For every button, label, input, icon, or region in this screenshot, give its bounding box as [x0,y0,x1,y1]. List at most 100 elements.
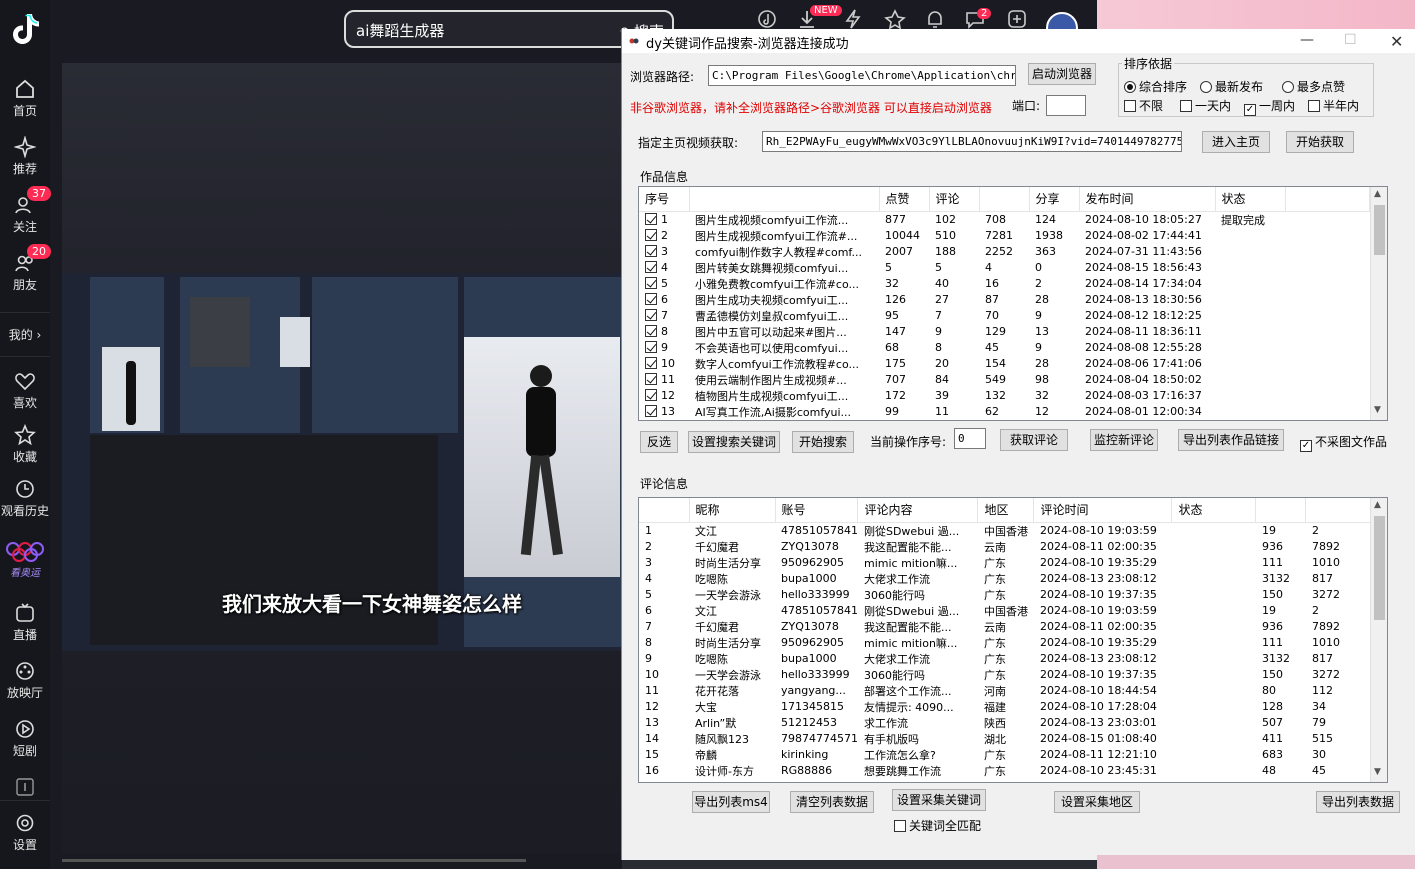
close-icon[interactable]: ✕ [1390,32,1403,51]
add-icon[interactable] [1006,8,1028,30]
row-checkbox[interactable] [645,213,657,225]
row-checkbox[interactable] [645,357,657,369]
start-fetch-button[interactable]: 开始获取 [1286,131,1354,153]
sidebar-item-mine[interactable]: 我的 › [0,326,50,343]
maximize-icon[interactable]: ☐ [1344,32,1357,48]
table-row[interactable]: 10 数字人comfyui工作流教程#co... 175 20 154 28 2024-08… [639,356,1369,372]
table-row[interactable]: 16 设计师-东方 RG88886 想要跳舞工作流 广东 2024-08-10 23:45… [639,763,1376,779]
launch-browser-button[interactable]: 启动浏览器 [1028,63,1096,85]
export-ms4-button[interactable]: 导出列表ms4 [692,791,770,813]
table-row[interactable]: 8 图片中五官可以动起来#图片... 147 9 129 13 2024-08-11 18:… [639,324,1369,340]
invert-selection-button[interactable]: 反选 [640,431,678,453]
row-checkbox[interactable] [645,229,657,241]
sidebar-item-short-drama[interactable]: 短剧 [0,718,50,759]
sidebar-item-olympics[interactable]: 看奥运 [0,540,50,579]
works-scrollbar[interactable]: ▲ ▼ [1370,187,1387,420]
start-search-button[interactable]: 开始搜索 [792,431,854,453]
time-check-one-day[interactable]: 一天内 [1180,97,1231,114]
table-row[interactable]: 12 大宝 171345815 友情提示: 4090... 福建 2024-08-10 1… [639,699,1376,715]
homepage-input[interactable]: Rh_E2PWAyFu_eugyWMwWxVO3c9YlLBLAOnovuujn… [762,131,1182,152]
comments-column-header[interactable]: 昵称 [689,498,776,523]
creator-icon[interactable] [884,8,906,30]
table-row[interactable]: 8 时尚生活分享 950962905 mimic mition嘛... 广东 2024-0… [639,635,1376,651]
row-checkbox[interactable] [645,293,657,305]
table-row[interactable]: 14 随风飘123 79874774571 有手机版吗 湖北 2024-08-15 01:… [639,731,1376,747]
scroll-thumb[interactable] [1374,516,1385,620]
enter-home-button[interactable]: 进入主页 [1202,131,1270,153]
scroll-down-icon[interactable]: ▼ [1374,405,1381,415]
sort-radio-most-likes[interactable]: 最多点赞 [1282,78,1345,95]
row-checkbox[interactable] [645,325,657,337]
time-check-unlimited[interactable]: 不限 [1124,97,1163,114]
table-row[interactable]: 11 使用云端制作图片生成视频#... 707 84 549 98 2024-08-04 1… [639,372,1369,388]
table-row[interactable]: 15 帝麟 kirinking 工作流怎么拿? 广东 2024-08-11 12:21:1… [639,747,1376,763]
sidebar-item-theater[interactable]: 放映厅 [0,660,50,701]
set-region-button[interactable]: 设置采集地区 [1054,791,1140,813]
works-column-header[interactable]: 评论 [929,187,980,212]
comments-column-header[interactable]: 账号 [775,498,859,523]
video-progress-bar[interactable] [62,859,526,862]
comments-column-header[interactable]: 地区 [977,498,1035,523]
tiktok-logo-icon[interactable] [10,12,40,46]
table-row[interactable]: 6 图片生成功夫视频comfyui工... 126 27 87 28 2024-08-13 … [639,292,1369,308]
table-row[interactable]: 9 吃嗯陈 bupa1000 大佬求工作流 广东 2024-08-13 23:08:12 3… [639,651,1376,667]
clear-list-button[interactable]: 清空列表数据 [790,791,874,813]
works-column-header[interactable]: 序号 [639,187,690,212]
table-row[interactable]: 2 图片生成视频comfyui工作流#... 10044 510 7281 1938 202… [639,228,1369,244]
sidebar-item-live[interactable]: 直播 [0,602,50,643]
sidebar-item-likes[interactable]: 喜欢 [0,370,50,411]
table-row[interactable]: 3 comfyui制作数字人教程#comf... 2007 188 2252 363 202… [639,244,1369,260]
bell-icon[interactable] [924,8,946,30]
time-check-one-week[interactable]: ✓ 一周内 [1244,97,1295,116]
comments-scrollbar[interactable]: ▲ ▼ [1370,498,1387,782]
lightning-icon[interactable] [842,8,864,30]
sidebar-item-favorites[interactable]: 收藏 [0,424,50,465]
sidebar-item-friends[interactable]: 20 朋友 [0,244,51,293]
row-checkbox[interactable] [645,261,657,273]
works-column-header[interactable] [979,187,1030,212]
row-checkbox[interactable] [645,277,657,289]
current-index-input[interactable]: 0 [954,428,986,449]
works-column-header[interactable]: 分享 [1029,187,1080,212]
export-links-button[interactable]: 导出列表作品链接 [1178,429,1284,451]
table-row[interactable]: 12 植物图片生成视频comfyui工... 172 39 132 32 2024-08-0… [639,388,1369,404]
sidebar-item-follow[interactable]: 37 关注 [0,186,51,235]
sort-radio-comprehensive[interactable]: 综合排序 [1124,78,1187,95]
works-column-header[interactable] [689,187,880,212]
sidebar-item-info[interactable] [0,776,50,800]
tiktok-circle-icon[interactable] [756,8,778,30]
export-list-button[interactable]: 导出列表数据 [1316,791,1400,813]
table-row[interactable]: 13 AI写真工作流,Ai摄影comfyui... 99 11 62 12 2024-08-… [639,404,1369,420]
comments-column-header[interactable]: 评论时间 [1033,498,1173,523]
sidebar-item-settings[interactable]: 设置 [0,812,50,853]
table-row[interactable]: 5 一天学会游泳 hello333999 3060能行吗 广东 2024-08-10 19… [639,587,1376,603]
sort-radio-latest[interactable]: 最新发布 [1200,78,1263,95]
search-input[interactable]: ai舞蹈生成器 [356,20,444,41]
time-check-half-year[interactable]: 半年内 [1308,97,1359,114]
minimize-icon[interactable]: — [1300,32,1314,48]
scroll-down-icon[interactable]: ▼ [1374,767,1381,777]
table-row[interactable]: 7 曹孟德模仿刘皇叔comfyui工... 95 7 70 9 2024-08-12 18:… [639,308,1369,324]
comments-list[interactable]: 昵称 账号 评论内容 地区 评论时间 状态 1 文江 47851057841 刚從SDwebui… [638,497,1388,783]
table-row[interactable]: 13 Arlin”默 51212453 求工作流 陕西 2024-08-13 23:03:… [639,715,1376,731]
table-row[interactable]: 1 图片生成视频comfyui工作流... 877 102 708 124 2024-08-… [639,211,1369,228]
row-checkbox[interactable] [645,373,657,385]
table-row[interactable]: 1 文江 47851057841 刚從SDwebui 過... 中国香港 2024-08-… [639,522,1376,539]
scroll-thumb[interactable] [1374,205,1385,255]
table-row[interactable]: 5 小雅免费教comfyui工作流#co... 32 40 16 2 2024-08-14 … [639,276,1369,292]
comments-column-header[interactable] [1305,498,1377,523]
works-list[interactable]: 序号 点赞 评论 分享 发布时间 状态 1 图片生成视频comfyui工作流... 877 10… [638,186,1388,421]
row-checkbox[interactable] [645,309,657,321]
table-row[interactable]: 2 千幻魔君 ZYQ13078 我这配置能不能... 云南 2024-08-11 02:0… [639,539,1376,555]
port-input[interactable] [1046,95,1086,116]
row-checkbox[interactable] [645,405,657,417]
set-collect-keyword-button[interactable]: 设置采集关键词 [892,789,986,811]
scroll-up-icon[interactable]: ▲ [1374,189,1381,199]
table-row[interactable]: 4 吃嗯陈 bupa1000 大佬求工作流 广东 2024-08-13 23:08:12 3… [639,571,1376,587]
row-checkbox[interactable] [645,341,657,353]
table-row[interactable]: 6 文江 47851057841 刚從SDwebui 過... 中国香港 2024-08-… [639,603,1376,619]
table-row[interactable]: 7 千幻魔君 ZYQ13078 我这配置能不能... 云南 2024-08-11 02:0… [639,619,1376,635]
no-image-works-check[interactable]: ✓ 不采图文作品 [1300,433,1387,452]
table-row[interactable]: 9 不会英语也可以使用comfyui... 68 8 45 9 2024-08-08 12:… [639,340,1369,356]
keyword-full-match-check[interactable]: 关键词全匹配 [894,817,981,834]
